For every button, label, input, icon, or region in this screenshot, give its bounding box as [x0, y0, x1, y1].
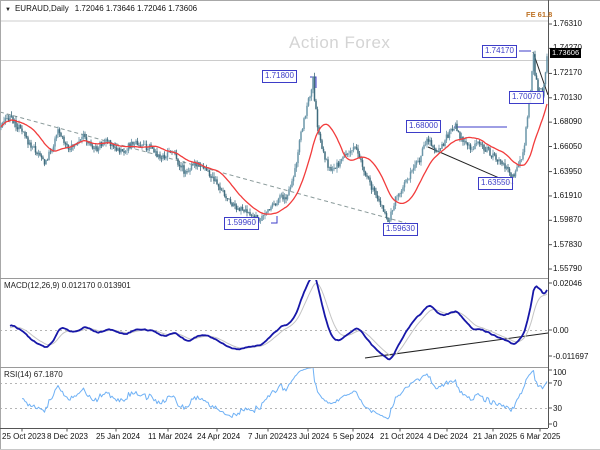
price-axis-label: 1.61910 [553, 191, 582, 200]
price-level-label: 1.59960 [224, 217, 259, 230]
instrument-dropdown-icon[interactable]: ▼ [5, 7, 11, 13]
rsi-axis-label: 70 [553, 379, 562, 388]
price-axis-label: 1.63950 [553, 167, 582, 176]
price-axis-label: 1.74270 [553, 43, 582, 52]
date-axis-label: 4 Dec 2024 [427, 432, 468, 441]
chart-window: ▼ EURAUD,Daily 1.72046 1.73646 1.72046 1.7… [0, 0, 600, 450]
date-axis-label: 24 Apr 2024 [197, 432, 241, 441]
price-level-label: 1.59630 [383, 223, 418, 236]
price-level-label: 1.63550 [478, 177, 513, 190]
price-level-label: 1.68000 [406, 120, 441, 133]
ohlc-values: 1.72046 1.73646 1.72046 1.73606 [74, 4, 198, 13]
price-axis-label: 1.68090 [553, 117, 582, 126]
chart-titlebar[interactable]: ▼ EURAUD,Daily 1.72046 1.73646 1.72046 1.7… [5, 4, 197, 13]
symbol-period-label: EURAUD,Daily [14, 4, 69, 13]
macd-axis-label: 0.02046 [553, 279, 582, 288]
price-axis-label: 1.72170 [553, 68, 582, 77]
fib-extension-label: FE 61.8 [526, 10, 553, 19]
date-axis-label: 5 Sep 2024 [333, 432, 374, 441]
price-level-label: 1.71800 [262, 70, 297, 83]
rsi-axis-label: 30 [553, 404, 562, 413]
date-axis-label: 25 Jan 2024 [96, 432, 141, 441]
date-axis-label: 21 Jan 2025 [473, 432, 518, 441]
watermark: Action Forex [289, 33, 391, 52]
date-axis-label: 23 Jul 2024 [288, 432, 330, 441]
date-axis-label: 25 Oct 2023 [2, 432, 46, 441]
price-axis-label: 1.57830 [553, 240, 582, 249]
price-axis-label: 1.55790 [553, 264, 582, 273]
price-level-label: 1.74170 [482, 45, 517, 58]
date-axis-label: 11 Mar 2024 [148, 432, 193, 441]
macd-axis-label: -0.011697 [553, 352, 589, 361]
price-axis-label: 1.66050 [553, 142, 582, 151]
date-axis-label: 21 Oct 2024 [380, 432, 424, 441]
macd-axis-label: 0.00 [553, 326, 569, 335]
date-axis-label: 8 Dec 2023 [47, 432, 88, 441]
rsi-axis-label: 0 [553, 420, 558, 429]
price-axis-label: 1.76310 [553, 19, 582, 28]
price-level-label: 1.70070 [509, 91, 544, 104]
macd-panel-header: MACD(12,26,9) 0.012170 0.013901 [4, 281, 131, 290]
price-axis-label: 1.70130 [553, 93, 582, 102]
date-axis-label: 7 Jun 2024 [248, 432, 288, 441]
rsi-panel-header: RSI(14) 67.1870 [4, 370, 63, 379]
chart-canvas[interactable] [0, 0, 600, 450]
price-axis-label: 1.59870 [553, 215, 582, 224]
rsi-axis-label: 100 [553, 368, 567, 377]
date-axis-label: 6 Mar 2025 [520, 432, 561, 441]
